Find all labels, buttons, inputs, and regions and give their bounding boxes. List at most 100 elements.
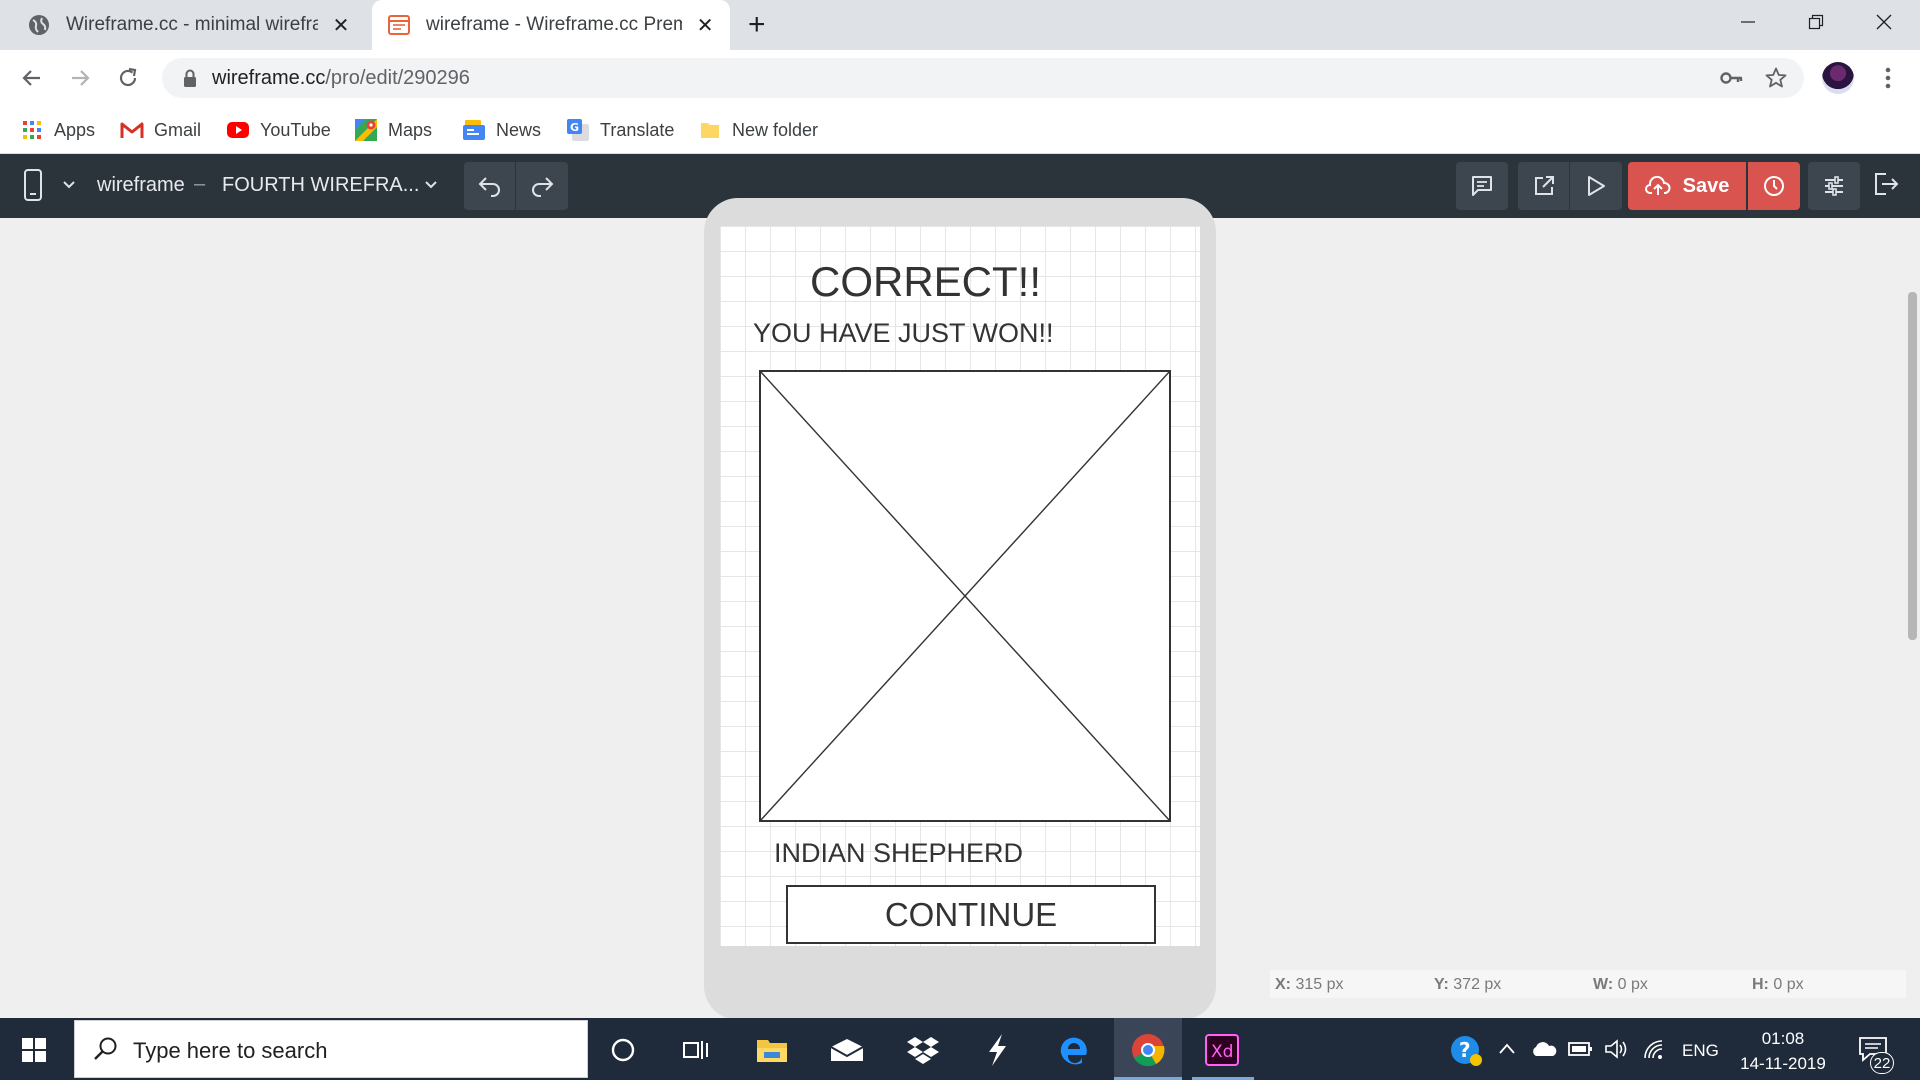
onedrive-cloud-icon[interactable] <box>1530 1040 1558 1058</box>
exit-editor-icon[interactable] <box>1872 170 1900 198</box>
undo-button[interactable] <box>464 162 516 210</box>
project-name[interactable]: wireframe <box>97 174 185 197</box>
taskbar-search[interactable]: Type here to search <box>74 1020 588 1078</box>
minimize-button[interactable] <box>1714 0 1782 44</box>
url-domain: wireframe.cc <box>212 67 326 89</box>
wireframe-subtitle[interactable]: YOU HAVE JUST WON!! <box>753 318 1054 349</box>
image-placeholder[interactable] <box>759 370 1171 822</box>
folder-icon <box>698 118 722 142</box>
cortana-icon[interactable] <box>603 1030 643 1070</box>
svg-text:Xd: Xd <box>1211 1042 1233 1062</box>
wifi-icon[interactable] <box>1642 1038 1666 1060</box>
wireframe-title[interactable]: CORRECT!! <box>810 258 1041 306</box>
canvas-scrollbar[interactable] <box>1908 292 1917 640</box>
system-clock[interactable]: 01:08 14-11-2019 <box>1730 1026 1836 1076</box>
editor-canvas[interactable]: CORRECT!! YOU HAVE JUST WON!! INDIAN SHE… <box>0 198 1920 1020</box>
app-lightning-icon[interactable] <box>977 1030 1017 1070</box>
mobile-device-icon[interactable] <box>20 168 46 204</box>
battery-icon[interactable] <box>1568 1040 1594 1058</box>
volume-icon[interactable] <box>1604 1039 1630 1059</box>
close-icon <box>1876 14 1892 30</box>
search-icon <box>94 1037 117 1060</box>
address-bar[interactable]: wireframe.cc/pro/edit/290296 <box>162 58 1804 98</box>
reload-icon <box>119 67 137 87</box>
bookmark-youtube[interactable]: YouTube <box>226 116 331 144</box>
bookmark-maps[interactable]: Maps <box>354 116 432 144</box>
chevron-up-icon[interactable] <box>1498 1042 1516 1056</box>
adobe-xd-icon[interactable]: Xd <box>1202 1030 1242 1070</box>
language-indicator[interactable]: ENG <box>1682 1041 1719 1061</box>
apps-grid-icon <box>20 118 44 142</box>
bookmark-apps[interactable]: Apps <box>20 116 95 144</box>
undo-redo-group <box>464 162 568 210</box>
wireframe-favicon-icon <box>388 15 410 35</box>
bookmark-label: Translate <box>600 119 675 140</box>
more-vert-icon <box>1885 67 1891 89</box>
tab-wireframe-premium[interactable]: wireframe - Wireframe.cc Premium ✕ <box>372 0 730 50</box>
redo-button[interactable] <box>516 162 568 210</box>
arrow-left-icon <box>22 70 40 86</box>
task-view-icon[interactable] <box>676 1030 716 1070</box>
edge-browser-icon[interactable] <box>1053 1030 1093 1070</box>
arrow-right-icon <box>72 70 90 86</box>
comments-button[interactable] <box>1456 162 1508 210</box>
save-button[interactable]: Save <box>1628 162 1746 210</box>
bookmark-translate[interactable]: G Translate <box>566 116 674 144</box>
svg-text:?: ? <box>1459 1038 1471 1062</box>
w-label: W: <box>1593 976 1614 993</box>
history-button[interactable] <box>1748 162 1800 210</box>
new-tab-button[interactable]: + <box>748 10 766 40</box>
chrome-icon[interactable] <box>1128 1030 1168 1070</box>
browser-tabstrip: Wireframe.cc - minimal wireframing tool … <box>0 0 1920 50</box>
windows-start-icon[interactable] <box>22 1038 46 1062</box>
back-button[interactable] <box>14 60 50 96</box>
h-value: 0 px <box>1773 976 1804 993</box>
url-path: /pro/edit/290296 <box>325 67 470 89</box>
tab-title: wireframe - Wireframe.cc Premium <box>426 14 683 35</box>
chevron-down-icon[interactable] <box>62 180 76 190</box>
close-icon[interactable]: ✕ <box>694 14 716 37</box>
key-icon[interactable] <box>1720 68 1744 88</box>
bookmark-label: Apps <box>54 119 96 140</box>
gmail-icon <box>120 118 144 142</box>
bookmarks-bar: Apps Gmail YouTube Maps News G Translate… <box>0 106 1920 154</box>
continue-button[interactable]: CONTINUE <box>786 885 1156 944</box>
reload-button[interactable] <box>110 60 146 96</box>
clock-time: 01:08 <box>1761 1029 1805 1048</box>
share-button[interactable] <box>1518 162 1570 210</box>
bookmark-label: News <box>496 119 542 140</box>
news-icon <box>462 118 486 142</box>
undo-icon <box>478 177 500 197</box>
browser-menu-button[interactable] <box>1874 64 1902 92</box>
help-icon[interactable]: ? <box>1450 1034 1484 1068</box>
chevron-down-icon[interactable] <box>424 180 438 190</box>
bookmark-label: YouTube <box>260 119 331 140</box>
file-explorer-icon[interactable] <box>752 1030 792 1070</box>
y-coordinate: Y: 372 px <box>1434 976 1501 994</box>
tab-title: Wireframe.cc - minimal wireframing tool <box>66 14 318 35</box>
close-window-button[interactable] <box>1850 0 1918 44</box>
x-label: X: <box>1275 976 1291 993</box>
settings-button[interactable] <box>1808 162 1860 210</box>
page-name[interactable]: FOURTH WIREFRA... <box>222 174 419 197</box>
browser-toolbar: wireframe.cc/pro/edit/290296 <box>0 50 1920 106</box>
close-icon[interactable]: ✕ <box>330 14 352 37</box>
tab-wireframe-cc[interactable]: Wireframe.cc - minimal wireframing tool … <box>0 0 372 50</box>
forward-button[interactable] <box>62 60 98 96</box>
restore-button[interactable] <box>1782 0 1850 44</box>
bookmark-gmail[interactable]: Gmail <box>120 116 201 144</box>
mail-icon[interactable] <box>827 1030 867 1070</box>
w-value: 0 px <box>1617 976 1648 993</box>
notifications-button[interactable]: 22 <box>1856 1032 1896 1074</box>
dropbox-icon[interactable] <box>903 1030 943 1070</box>
h-label: H: <box>1752 976 1769 993</box>
profile-avatar[interactable] <box>1822 62 1854 94</box>
width-readout: W: 0 px <box>1593 976 1648 994</box>
lock-icon <box>184 69 196 87</box>
bookmark-new-folder[interactable]: New folder <box>698 116 818 144</box>
bookmark-news[interactable]: News <box>462 116 541 144</box>
star-icon[interactable] <box>1764 66 1788 90</box>
image-caption[interactable]: INDIAN SHEPHERD <box>774 838 1023 869</box>
preview-button[interactable] <box>1570 162 1622 210</box>
restore-icon <box>1808 14 1824 30</box>
